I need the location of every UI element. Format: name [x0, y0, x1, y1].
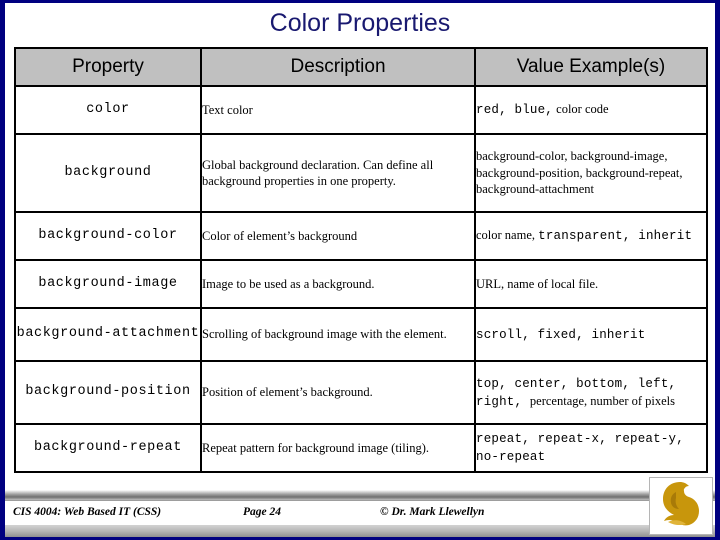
property-value-examples: color name, transparent, inherit [474, 211, 708, 261]
page-title: Color Properties [269, 9, 451, 37]
value-serif: color name, [476, 228, 539, 243]
value-mono: red, blue, [476, 103, 554, 118]
property-name: background-color [14, 211, 202, 261]
pegasus-icon [663, 482, 699, 526]
value-mono: repeat, repeat-x, repeat-y, no-repeat [476, 432, 684, 464]
property-description: Scrolling of background image with the e… [200, 307, 476, 362]
property-name: background [14, 133, 202, 213]
table-row: background-position Position of element’… [14, 360, 708, 425]
column-header-description: Description [200, 47, 476, 87]
color-properties-table-container: Property Description Value Example(s) co… [14, 47, 708, 473]
slide-footer: CIS 4004: Web Based IT (CSS) Page 24 © D… [5, 477, 715, 537]
property-name: background-image [14, 259, 202, 309]
value-serif: color code [553, 102, 609, 117]
property-value-examples: top, center, bottom, left, right, percen… [474, 360, 708, 425]
footer-course-label: CIS 4004: Web Based IT (CSS) [13, 506, 162, 518]
property-description: Global background declaration. Can defin… [200, 133, 476, 213]
table-row: background-attachment Scrolling of backg… [14, 307, 708, 362]
property-value-examples: URL, name of local file. [474, 259, 708, 309]
property-value-examples: background-color, background-image, back… [474, 133, 708, 213]
value-serif: URL, name of local file. [476, 276, 599, 291]
footer-divider-bottom [5, 525, 715, 537]
ucf-pegasus-logo [649, 477, 713, 535]
table-row: background-image Image to be used as a b… [14, 259, 708, 309]
table-row: color Text color red, blue, color code [14, 85, 708, 135]
property-name: background-repeat [14, 423, 202, 473]
footer-page-number: Page 24 [243, 506, 282, 518]
slide: Color Properties Property Description Va… [0, 0, 720, 540]
property-value-examples: scroll, fixed, inherit [474, 307, 708, 362]
footer-text: CIS 4004: Web Based IT (CSS) Page 24 © D… [5, 501, 715, 524]
column-header-property: Property [14, 47, 202, 87]
table-row: background-repeat Repeat pattern for bac… [14, 423, 708, 473]
property-description: Text color [200, 85, 476, 135]
footer-copyright: © Dr. Mark Llewellyn [380, 506, 485, 518]
color-properties-table: Property Description Value Example(s) co… [14, 47, 708, 473]
property-description: Position of element’s background. [200, 360, 476, 425]
table-row: background Global background declaration… [14, 133, 708, 213]
value-serif: percentage, number of pixels [529, 393, 676, 408]
table-header-row: Property Description Value Example(s) [14, 47, 708, 87]
property-name: color [14, 85, 202, 135]
property-description: Image to be used as a background. [200, 259, 476, 309]
property-description: Repeat pattern for background image (til… [200, 423, 476, 473]
property-value-examples: red, blue, color code [474, 85, 708, 135]
value-mono: transparent, inherit [538, 229, 693, 244]
column-header-value-examples: Value Example(s) [474, 47, 708, 87]
property-value-examples: repeat, repeat-x, repeat-y, no-repeat [474, 423, 708, 473]
property-name: background-position [14, 360, 202, 425]
property-description: Color of element’s background [200, 211, 476, 261]
value-serif: background-color, background-image, back… [476, 148, 683, 197]
property-name: background-attachment [14, 307, 202, 362]
footer-divider-top [5, 490, 715, 500]
table-row: background-color Color of element’s back… [14, 211, 708, 261]
value-mono: scroll, fixed, inherit [476, 327, 646, 342]
